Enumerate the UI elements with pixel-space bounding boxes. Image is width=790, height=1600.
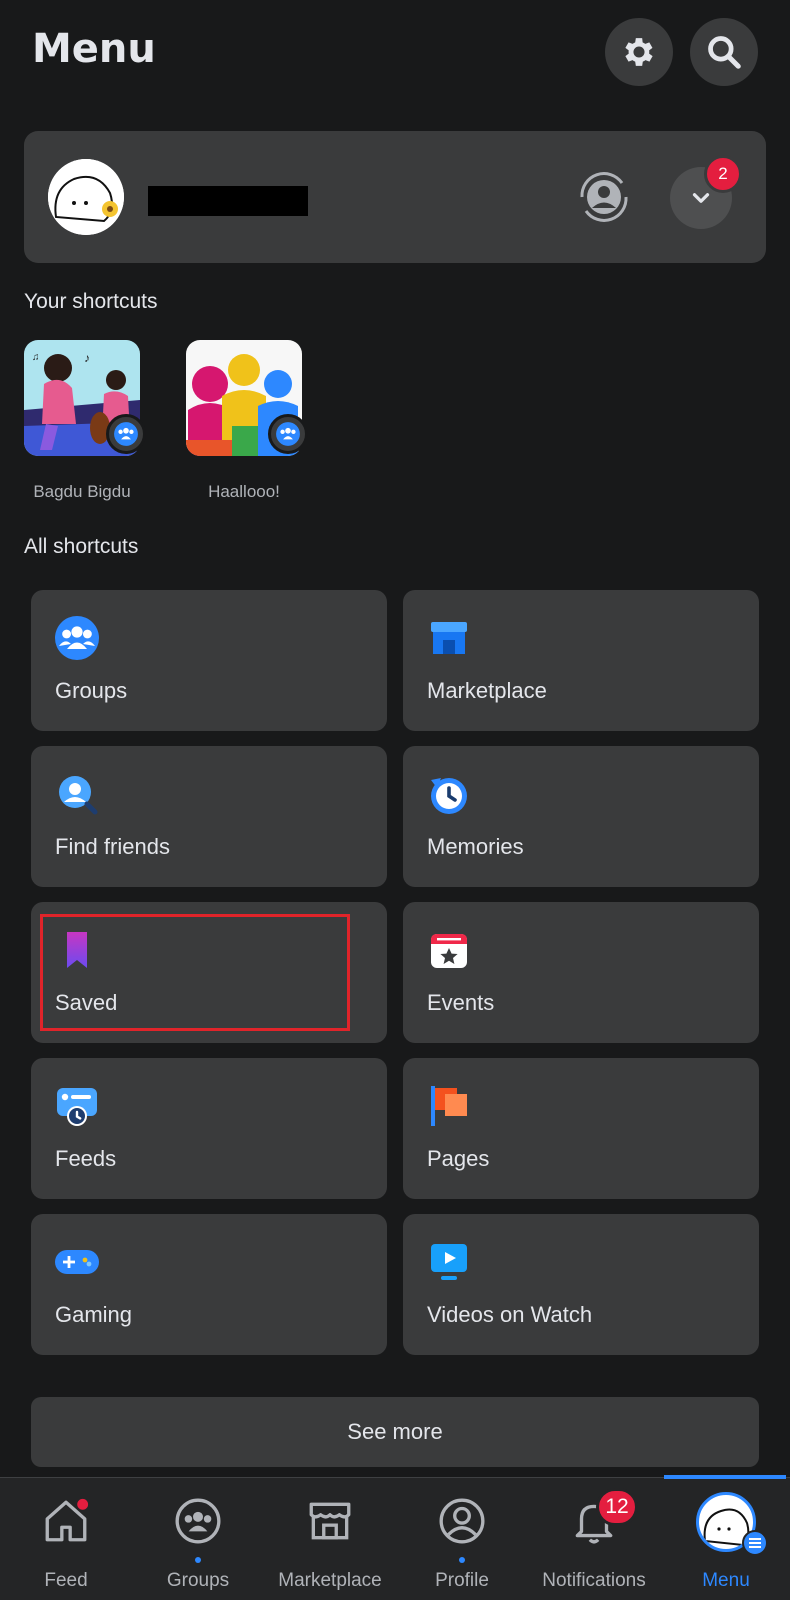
nav-item-marketplace[interactable]: Marketplace — [264, 1478, 396, 1600]
page-title: Menu — [32, 26, 156, 72]
redacted-profile-name — [148, 186, 308, 216]
switch-profile-button[interactable] — [572, 165, 636, 229]
see-more-button[interactable]: See more — [31, 1397, 759, 1467]
groups-icon — [276, 422, 300, 446]
tile-label: Groups — [55, 678, 128, 703]
groups-icon — [53, 614, 101, 662]
tile-label: Marketplace — [427, 678, 547, 703]
avatar-illustration — [48, 159, 124, 235]
tile-label: Feeds — [55, 1146, 117, 1171]
nav-item-menu[interactable]: Menu — [660, 1478, 790, 1600]
nav-item-profile[interactable]: Profile — [396, 1478, 528, 1600]
tile-find-friends[interactable]: Find friends — [31, 746, 387, 887]
search-icon — [708, 36, 741, 69]
videos-on-watch-icon — [425, 1238, 473, 1286]
nav-label: Groups — [166, 1570, 230, 1591]
home-icon — [45, 1498, 89, 1542]
find-friends-icon — [53, 770, 101, 818]
nav-item-feed[interactable]: Feed — [0, 1478, 132, 1600]
memories-icon — [425, 770, 473, 818]
switch-profile-icon — [580, 172, 628, 222]
new-activity-dot — [195, 1557, 201, 1563]
groups-icon — [114, 422, 138, 446]
svg-text:♫: ♫ — [32, 352, 40, 363]
nav-label: Menu — [702, 1570, 750, 1591]
nav-label: Feed — [44, 1570, 88, 1591]
profile-icon — [439, 1498, 485, 1544]
tile-label: Pages — [427, 1146, 490, 1171]
tile-label: Memories — [427, 834, 524, 859]
nav-label: Marketplace — [278, 1570, 382, 1591]
tile-label: Videos on Watch — [427, 1302, 593, 1327]
tile-memories[interactable]: Memories — [403, 746, 759, 887]
marketplace-icon — [309, 1502, 351, 1540]
your-shortcuts-heading: Your shortcuts — [24, 290, 158, 313]
tile-marketplace[interactable]: Marketplace — [403, 590, 759, 731]
nav-item-groups[interactable]: Groups — [132, 1478, 264, 1600]
tile-feeds[interactable]: Feeds — [31, 1058, 387, 1199]
all-shortcuts-heading: All shortcuts — [24, 535, 139, 558]
tile-pages[interactable]: Pages — [403, 1058, 759, 1199]
nav-item-notifications[interactable]: 12 Notifications — [528, 1478, 660, 1600]
nav-label: Notifications — [542, 1570, 646, 1591]
group-badge — [268, 414, 308, 454]
profile-notification-badge: 2 — [704, 155, 742, 193]
expand-profiles-button[interactable]: 2 — [670, 155, 742, 229]
header: Menu — [0, 0, 790, 110]
tile-gaming[interactable]: Gaming — [31, 1214, 387, 1355]
tile-label: Gaming — [55, 1302, 133, 1327]
notifications-badge: 12 — [596, 1488, 638, 1526]
menu-icon — [742, 1530, 768, 1556]
shortcut-name: Haallooo! — [208, 482, 280, 501]
chevron-down-icon — [692, 193, 710, 203]
group-badge — [106, 414, 146, 454]
pages-icon — [425, 1082, 473, 1130]
groups-icon — [175, 1498, 221, 1544]
tile-videos-on-watch[interactable]: Videos on Watch — [403, 1214, 759, 1355]
profile-card[interactable]: 2 — [24, 131, 766, 263]
shortcut-haallooo[interactable]: Haallooo! — [186, 340, 308, 501]
bottom-navigation: Feed Groups Marketplace Profile 12 Notif… — [0, 1475, 790, 1600]
gear-icon — [625, 38, 653, 66]
settings-button[interactable] — [605, 18, 673, 86]
shortcut-bagdu-bigdu[interactable]: ♪ ♫ Bagdu Bigdu — [24, 340, 146, 501]
nav-label: Profile — [435, 1570, 489, 1591]
saved-highlight-box — [40, 914, 350, 1031]
tile-groups[interactable]: Groups — [31, 590, 387, 731]
marketplace-icon — [425, 614, 473, 662]
new-activity-dot — [459, 1557, 465, 1563]
feeds-icon — [53, 1082, 101, 1130]
shortcut-name: Bagdu Bigdu — [33, 482, 131, 501]
avatar[interactable] — [48, 159, 124, 235]
gaming-icon — [53, 1238, 101, 1286]
svg-text:♪: ♪ — [84, 351, 90, 365]
events-icon — [425, 926, 473, 974]
search-button[interactable] — [690, 18, 758, 86]
tile-label: Find friends — [55, 834, 170, 859]
tile-events[interactable]: Events — [403, 902, 759, 1043]
tile-label: Events — [427, 990, 495, 1015]
